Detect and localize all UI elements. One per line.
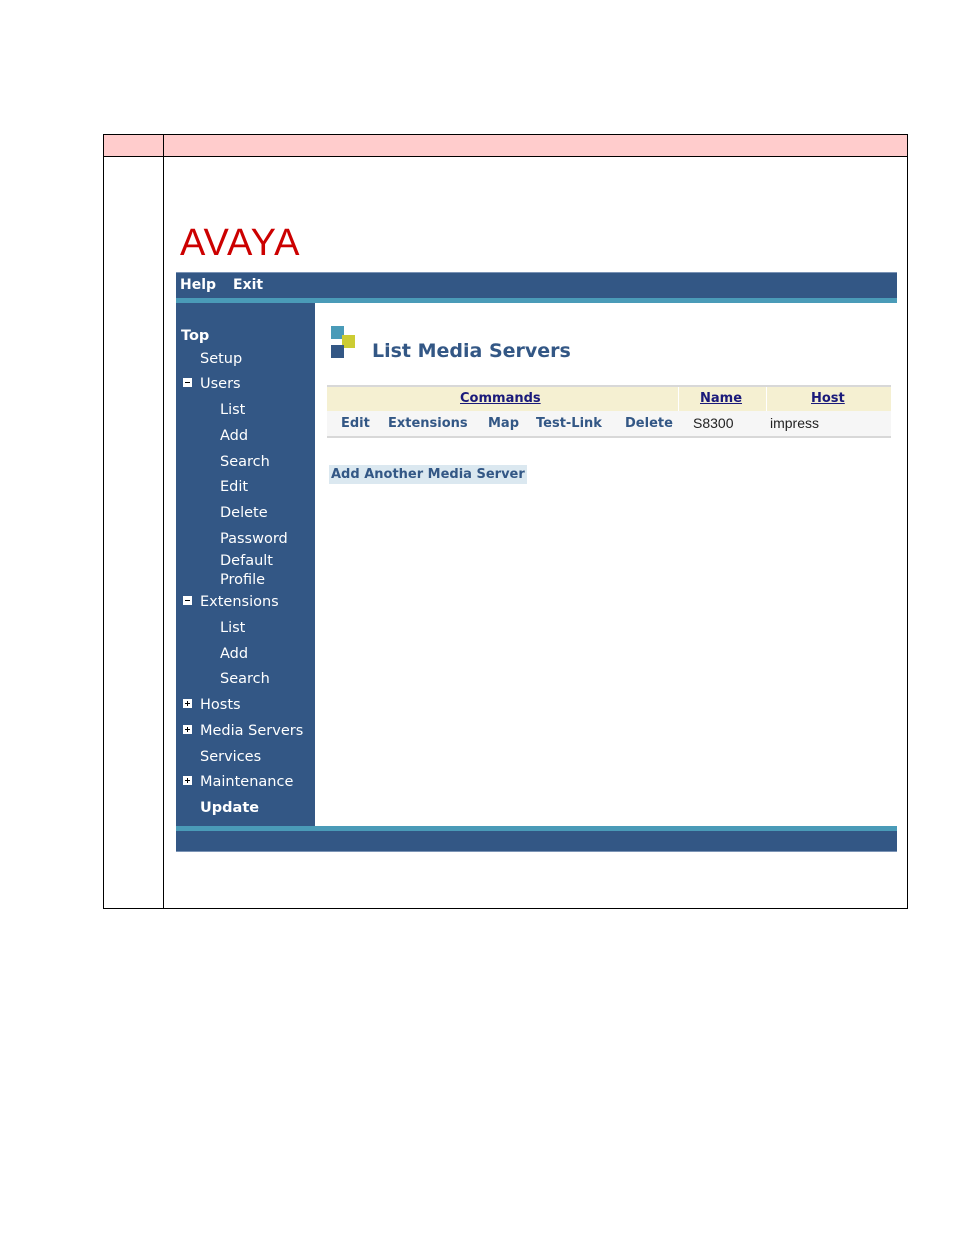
column-separator (678, 387, 679, 411)
delete-command-link[interactable]: Delete (625, 416, 673, 431)
add-another-media-server-link[interactable]: Add Another Media Server (329, 465, 527, 484)
sidebar-item-hosts[interactable]: Hosts (200, 696, 241, 715)
sidebar-item-users-delete[interactable]: Delete (220, 504, 268, 523)
server-host-cell: impress (770, 415, 820, 431)
media-servers-page-icon (331, 326, 357, 358)
sidebar-item-media-servers[interactable]: Media Servers (200, 722, 303, 741)
sidebar-item-users-list[interactable]: List (220, 401, 245, 420)
avaya-logo: AVAYA (180, 222, 301, 264)
plus-icon[interactable] (183, 699, 192, 708)
sidebar-item-top[interactable]: Top (181, 327, 209, 346)
sidebar-item-maintenance[interactable]: Maintenance (200, 773, 293, 792)
sidebar-nav: Top Setup Users List Add Search Edit Del… (176, 303, 315, 826)
column-header-name[interactable]: Name (700, 391, 742, 406)
sidebar-item-services[interactable]: Services (200, 748, 261, 767)
sidebar-item-users-default-profile-line2[interactable]: Profile (220, 571, 265, 590)
help-link[interactable]: Help (180, 277, 216, 293)
column-header-commands[interactable]: Commands (460, 391, 541, 406)
media-servers-table: Commands Name Host Edit Extensions Map T… (327, 385, 891, 438)
column-header-host[interactable]: Host (811, 391, 845, 406)
sidebar-item-users-default-profile[interactable]: Default (220, 552, 273, 571)
bottom-bar (176, 831, 897, 852)
sidebar-item-users-search[interactable]: Search (220, 453, 270, 472)
sidebar-item-setup[interactable]: Setup (200, 350, 242, 369)
column-separator (766, 387, 767, 411)
sidebar-item-extensions[interactable]: Extensions (200, 593, 279, 612)
sidebar-item-users-password[interactable]: Password (220, 530, 288, 549)
edit-command-link[interactable]: Edit (341, 416, 370, 431)
sidebar-item-update[interactable]: Update (200, 799, 259, 818)
exit-link[interactable]: Exit (233, 277, 263, 293)
sidebar-item-users[interactable]: Users (200, 375, 241, 394)
table-header-row: Commands Name Host (327, 387, 891, 411)
sidebar-item-users-add[interactable]: Add (220, 427, 248, 446)
sidebar-item-extensions-add[interactable]: Add (220, 645, 248, 664)
minus-icon[interactable] (183, 378, 192, 387)
plus-icon[interactable] (183, 725, 192, 734)
column-divider (163, 135, 164, 908)
test-link-command-link[interactable]: Test-Link (536, 416, 602, 431)
sidebar-item-extensions-list[interactable]: List (220, 619, 245, 638)
page-title: List Media Servers (372, 340, 571, 362)
top-menu-bar: Help Exit (176, 272, 897, 299)
table-row: Edit Extensions Map Test-Link Delete S83… (327, 411, 891, 436)
plus-icon[interactable] (183, 776, 192, 785)
sidebar-item-users-edit[interactable]: Edit (220, 478, 248, 497)
server-name-cell: S8300 (693, 415, 734, 431)
sidebar-item-extensions-search[interactable]: Search (220, 670, 270, 689)
map-command-link[interactable]: Map (488, 416, 519, 431)
minus-icon[interactable] (183, 596, 192, 605)
extensions-command-link[interactable]: Extensions (388, 416, 468, 431)
document-table-header-row (104, 135, 907, 157)
media-server-admin-app: Help Exit Top Setup Users List Add Searc… (176, 272, 897, 852)
